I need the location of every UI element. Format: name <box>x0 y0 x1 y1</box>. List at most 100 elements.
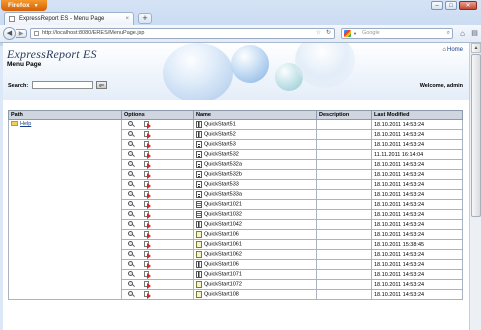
preview-icon[interactable] <box>128 261 135 268</box>
report-name[interactable]: QuickStart1061 <box>204 242 242 248</box>
site-identity-icon[interactable] <box>34 31 39 36</box>
preview-icon[interactable] <box>128 231 135 238</box>
report-name[interactable]: QuickStart51 <box>204 122 236 128</box>
preview-icon[interactable] <box>128 151 135 158</box>
report-name[interactable]: QuickStart53 <box>204 142 236 148</box>
preview-icon[interactable] <box>128 161 135 168</box>
new-tab-button[interactable]: + <box>138 13 152 24</box>
minimize-icon[interactable]: – <box>431 1 443 10</box>
search-placeholder[interactable]: Google <box>362 29 380 38</box>
preview-icon[interactable] <box>128 121 135 128</box>
report-name[interactable]: QuickStart533a <box>204 192 242 198</box>
report-name[interactable]: QuickStart52 <box>204 132 236 138</box>
preview-icon[interactable] <box>128 281 135 288</box>
report-name[interactable]: QuickStart1071 <box>204 272 242 278</box>
run-report-icon[interactable] <box>144 161 151 169</box>
preview-icon[interactable] <box>128 171 135 178</box>
name-cell[interactable]: QuickStart533a <box>193 189 317 200</box>
name-cell[interactable]: QuickStart532a <box>193 159 317 170</box>
report-name[interactable]: QuickStart1042 <box>204 222 242 228</box>
run-report-icon[interactable] <box>144 241 151 249</box>
preview-icon[interactable] <box>128 181 135 188</box>
name-cell[interactable]: QuickStart51 <box>193 119 317 130</box>
search-bar[interactable]: ▼ Google ⌕ <box>341 28 453 39</box>
preview-icon[interactable] <box>128 201 135 208</box>
google-icon[interactable] <box>344 30 351 37</box>
name-cell[interactable]: QuickStart532b <box>193 169 317 180</box>
preview-icon[interactable] <box>128 211 135 218</box>
run-report-icon[interactable] <box>144 141 151 149</box>
name-cell[interactable]: QuickStart533 <box>193 179 317 190</box>
firefox-menu-button[interactable]: Firefox ▼ <box>1 0 47 11</box>
report-name[interactable]: QuickStart106 <box>204 262 239 268</box>
back-icon[interactable]: ◀ <box>3 27 16 40</box>
name-cell[interactable]: QuickStart1042 <box>193 219 317 230</box>
run-report-icon[interactable] <box>144 291 151 299</box>
report-name[interactable]: QuickStart532a <box>204 162 242 168</box>
preview-icon[interactable] <box>128 191 135 198</box>
bookmark-star-icon[interactable]: ☆ <box>316 29 321 38</box>
name-cell[interactable]: QuickStart106 <box>193 259 317 270</box>
preview-icon[interactable] <box>128 291 135 298</box>
preview-icon[interactable] <box>128 271 135 278</box>
preview-icon[interactable] <box>128 241 135 248</box>
chevron-down-icon[interactable]: ▼ <box>353 29 357 38</box>
report-name[interactable]: QuickStart533 <box>204 182 239 188</box>
name-cell[interactable]: QuickStart108 <box>193 289 317 300</box>
name-cell[interactable]: QuickStart106 <box>193 229 317 240</box>
tab-menu-page[interactable]: ExpressReport ES - Menu Page × <box>4 12 134 25</box>
preview-icon[interactable] <box>128 131 135 138</box>
report-name[interactable]: QuickStart106 <box>204 232 239 238</box>
run-report-icon[interactable] <box>144 271 151 279</box>
report-name[interactable]: QuickStart1021 <box>204 202 242 208</box>
run-report-icon[interactable] <box>144 181 151 189</box>
run-report-icon[interactable] <box>144 151 151 159</box>
report-name[interactable]: QuickStart1032 <box>204 212 242 218</box>
scrollbar-thumb[interactable] <box>471 54 481 217</box>
search-input[interactable] <box>32 81 93 89</box>
name-cell[interactable]: QuickStart1062 <box>193 249 317 260</box>
name-cell[interactable]: QuickStart1021 <box>193 199 317 210</box>
report-name[interactable]: QuickStart108 <box>204 292 239 298</box>
run-report-icon[interactable] <box>144 251 151 259</box>
run-report-icon[interactable] <box>144 221 151 229</box>
close-tab-icon[interactable]: × <box>125 13 129 25</box>
vertical-scrollbar[interactable]: ▲ <box>469 43 481 330</box>
run-report-icon[interactable] <box>144 231 151 239</box>
preview-icon[interactable] <box>128 251 135 258</box>
run-report-icon[interactable] <box>144 121 151 129</box>
run-report-icon[interactable] <box>144 261 151 269</box>
reload-icon[interactable]: ↻ <box>326 29 331 38</box>
run-report-icon[interactable] <box>144 201 151 209</box>
name-cell[interactable]: QuickStart52 <box>193 129 317 140</box>
home-link[interactable]: ⌂Home <box>442 47 463 53</box>
bookmarks-menu-icon[interactable]: ▤ <box>469 28 480 39</box>
report-name[interactable]: QuickStart1072 <box>204 282 242 288</box>
run-report-icon[interactable] <box>144 131 151 139</box>
report-name[interactable]: QuickStart532b <box>204 172 242 178</box>
scroll-up-icon[interactable]: ▲ <box>471 43 481 53</box>
report-name[interactable]: QuickStart532 <box>204 152 239 158</box>
preview-icon[interactable] <box>128 221 135 228</box>
report-name[interactable]: QuickStart1062 <box>204 252 242 258</box>
name-cell[interactable]: QuickStart1032 <box>193 209 317 220</box>
url-text[interactable]: http://localhost:8080/ERES/MenuPage.jsp <box>42 29 144 38</box>
run-report-icon[interactable] <box>144 171 151 179</box>
name-cell[interactable]: QuickStart532 <box>193 149 317 160</box>
name-cell[interactable]: QuickStart1071 <box>193 269 317 280</box>
run-report-icon[interactable] <box>144 281 151 289</box>
run-report-icon[interactable] <box>144 191 151 199</box>
run-report-icon[interactable] <box>144 211 151 219</box>
maximize-icon[interactable]: □ <box>445 1 457 10</box>
name-cell[interactable]: QuickStart53 <box>193 139 317 150</box>
folder-link-help[interactable]: Help <box>20 121 31 127</box>
name-cell[interactable]: QuickStart1072 <box>193 279 317 290</box>
name-cell[interactable]: QuickStart1061 <box>193 239 317 250</box>
go-button[interactable]: go <box>96 81 107 89</box>
search-icon[interactable]: ⌕ <box>447 29 450 38</box>
home-icon[interactable]: ⌂ <box>457 28 468 39</box>
url-bar[interactable]: http://localhost:8080/ERES/MenuPage.jsp … <box>30 28 335 39</box>
close-window-icon[interactable]: ✕ <box>459 1 477 10</box>
preview-icon[interactable] <box>128 141 135 148</box>
forward-icon[interactable]: ▶ <box>16 29 27 38</box>
